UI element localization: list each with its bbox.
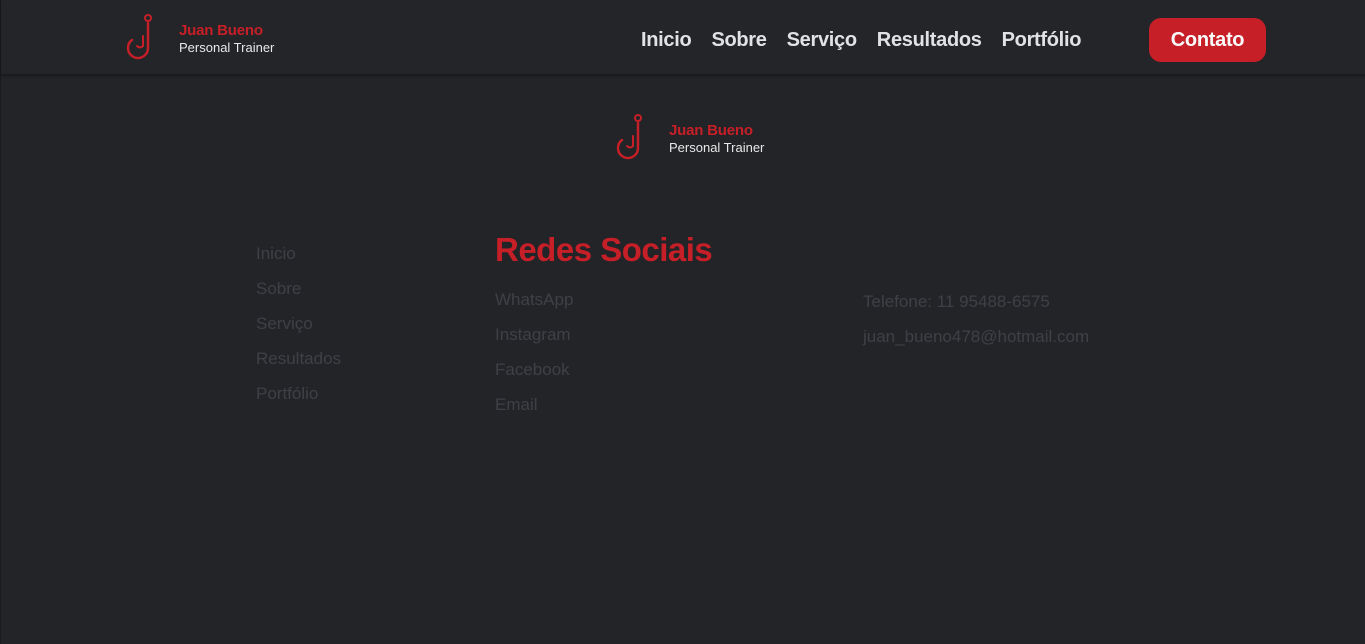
brand-tagline: Personal Trainer — [179, 40, 275, 56]
footer-link-servico[interactable]: Serviço — [256, 314, 341, 349]
nav-link-sobre[interactable]: Sobre — [711, 29, 766, 52]
contact-phone: Telefone: 11 95488-6575 — [863, 292, 1050, 311]
brand-text: Juan Bueno Personal Trainer — [179, 22, 274, 56]
social-heading: Redes Sociais — [495, 231, 713, 268]
brand-tagline: Personal Trainer — [669, 140, 765, 156]
footer-links: Inicio Sobre Serviço Resultados Portfóli… — [256, 244, 341, 419]
footer-link-portfolio[interactable]: Portfólio — [256, 384, 341, 419]
nav-link-servico[interactable]: Serviço — [787, 29, 857, 52]
footer-link-inicio[interactable]: Inicio — [256, 244, 341, 279]
main-nav: Inicio Sobre Serviço Resultados Portfóli… — [641, 18, 1101, 62]
contact-column: Telefone: 11 95488-6575 juan_bueno478@ho… — [863, 292, 1089, 362]
social-link-email[interactable]: Email — [495, 395, 712, 430]
contact-email[interactable]: juan_bueno478@hotmail.com — [863, 327, 1089, 362]
social-link-instagram[interactable]: Instagram — [495, 325, 712, 360]
page: Juan Bueno Personal Trainer Inicio Sobre… — [0, 0, 1365, 644]
brand-text: Juan Bueno Personal Trainer — [669, 122, 764, 156]
nav-link-inicio[interactable]: Inicio — [641, 29, 692, 52]
social-link-facebook[interactable]: Facebook — [495, 360, 712, 395]
contact-button[interactable]: Contato — [1149, 18, 1266, 62]
stylized-j-logo-icon — [126, 14, 152, 60]
nav-link-portfolio[interactable]: Portfólio — [1002, 29, 1082, 52]
footer-link-resultados[interactable]: Resultados — [256, 349, 341, 384]
brand-name: Juan Bueno — [179, 22, 263, 40]
footer-brand-logo[interactable]: Juan Bueno Personal Trainer — [615, 114, 764, 164]
footer-link-sobre[interactable]: Sobre — [256, 279, 341, 314]
stylized-j-logo-icon — [616, 114, 642, 160]
header-brand-logo[interactable]: Juan Bueno Personal Trainer — [125, 14, 274, 64]
brand-name: Juan Bueno — [669, 122, 753, 140]
social-column: Redes Sociais WhatsApp Instagram Faceboo… — [495, 230, 713, 430]
nav-link-resultados[interactable]: Resultados — [877, 29, 982, 52]
social-link-whatsapp[interactable]: WhatsApp — [495, 290, 712, 325]
site-header: Juan Bueno Personal Trainer Inicio Sobre… — [1, 0, 1365, 75]
